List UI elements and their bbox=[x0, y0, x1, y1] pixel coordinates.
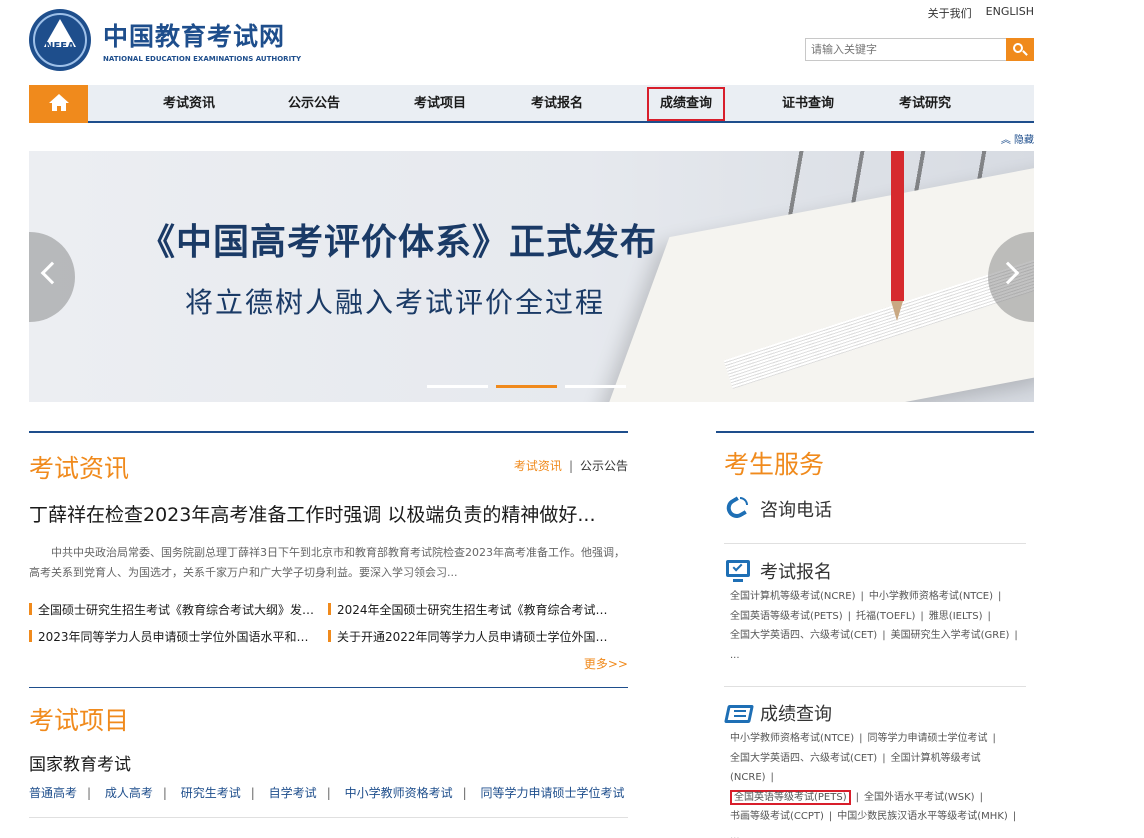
nav-item-research[interactable]: 考试研究 bbox=[885, 85, 965, 123]
scores-link[interactable]: 同等学力申请硕士学位考试 bbox=[867, 733, 987, 744]
service-scores: 成绩查询 中小学教师资格考试(NTCE) | 同等学力申请硕士学位考试 | 全国大学英… bbox=[724, 697, 1026, 838]
list-item[interactable]: 2024年全国硕士研究生招生考试《教育综合考试大纲... bbox=[328, 601, 618, 618]
chevron-up-icon: ︽ bbox=[1000, 135, 1011, 146]
chevron-right-icon bbox=[996, 261, 1020, 285]
services-section-title: 考生服务 bbox=[724, 450, 825, 479]
about-us-link[interactable]: 关于我们 bbox=[928, 5, 972, 21]
service-registration: 考试报名 全国计算机等级考试(NCRE) | 中小学教师资格考试(NTCE) | 全国… bbox=[724, 555, 1026, 665]
site-logo[interactable]: NEEA 中国教育考试网 NATIONAL EDUCATION EXAMINAT… bbox=[29, 9, 301, 71]
registration-link[interactable]: 托福(TOEFL) bbox=[856, 611, 915, 622]
nav-item-news[interactable]: 考试资讯 bbox=[149, 85, 229, 123]
projects-subtitle: 国家教育考试 bbox=[29, 755, 131, 775]
tab-news[interactable]: 考试资讯 bbox=[514, 459, 562, 473]
service-scores-title[interactable]: 成绩查询 bbox=[760, 700, 832, 726]
home-button[interactable] bbox=[29, 85, 88, 123]
exam-link[interactable]: 成人高考 bbox=[105, 786, 153, 800]
banner-title: 《中国高考评价体系》正式发布 bbox=[139, 222, 658, 263]
registration-links: 全国计算机等级考试(NCRE) | 中小学教师资格考试(NTCE) | 全国英语等级考… bbox=[730, 591, 1018, 661]
search-box bbox=[805, 38, 1034, 61]
projects-section-title: 考试项目 bbox=[29, 706, 130, 735]
scores-link[interactable]: 全国大学英语四、六级考试(CET) bbox=[730, 753, 877, 764]
nav-item-registration[interactable]: 考试报名 bbox=[517, 85, 597, 123]
news-section-title: 考试资讯 bbox=[29, 454, 130, 483]
registration-link[interactable]: 美国研究生入学考试(GRE) bbox=[891, 630, 1010, 641]
registration-link[interactable]: 全国大学英语四、六级考试(CET) bbox=[730, 630, 877, 641]
nav-item-notices[interactable]: 公示公告 bbox=[274, 85, 354, 123]
registration-link[interactable]: 全国英语等级考试(PETS) bbox=[730, 611, 843, 622]
scores-link[interactable]: 中小学教师资格考试(NTCE) bbox=[730, 733, 854, 744]
news-summary: 中共中央政治局常委、国务院副总理丁薛祥3日下午到北京市和教育部教育考试院检查20… bbox=[29, 546, 625, 579]
banner-prev-button[interactable] bbox=[29, 232, 75, 322]
list-item[interactable]: 2023年同等学力人员申请硕士学位外国语水平和学科... bbox=[29, 628, 319, 645]
exam-link[interactable]: 普通高考 bbox=[29, 786, 77, 800]
news-tabs: 考试资讯 | 公示公告 bbox=[513, 459, 628, 473]
exam-link[interactable]: 研究生考试 bbox=[181, 786, 241, 800]
registration-link[interactable]: 全国计算机等级考试(NCRE) bbox=[730, 591, 856, 602]
exam-link[interactable]: 同等学力申请硕士学位考试 bbox=[480, 786, 624, 800]
search-button[interactable] bbox=[1006, 38, 1034, 61]
scores-link[interactable]: 全国外语水平考试(WSK) bbox=[864, 792, 975, 803]
banner-dot-1[interactable] bbox=[427, 385, 488, 388]
search-input[interactable] bbox=[806, 39, 1006, 60]
banner-pencil-image bbox=[891, 151, 904, 301]
scores-links: 中小学教师资格考试(NTCE) | 同等学力申请硕士学位考试 | 全国大学英语四、六级… bbox=[730, 733, 1017, 838]
scores-link[interactable]: 中国少数民族汉语水平等级考试(MHK) bbox=[837, 811, 1008, 822]
monitor-icon bbox=[724, 557, 752, 585]
exam-links: 普通高考 | 成人高考 | 研究生考试 | 自学考试 | 中小学教师资格考试 | 同等学力… bbox=[29, 786, 625, 800]
book-icon bbox=[724, 699, 754, 727]
chevron-left-icon bbox=[40, 261, 64, 285]
news-section: 考试资讯 考试资讯 | 公示公告 丁薛祥在检查2023年高考准备工作时强调 以极端负… bbox=[29, 431, 628, 818]
service-registration-title[interactable]: 考试报名 bbox=[760, 558, 832, 584]
services-section: 考生服务 咨询电话 考试报名 全国计算机等级考试(NCRE) | 中小学教师资格考试… bbox=[716, 431, 1034, 838]
tab-notices[interactable]: 公示公告 bbox=[580, 459, 628, 473]
hero-banner[interactable]: 《中国高考评价体系》正式发布 将立德树人融入考试评价全过程 bbox=[29, 151, 1034, 402]
list-item[interactable]: 全国硕士研究生招生考试《教育综合考试大纲》发布... bbox=[29, 601, 319, 618]
english-link[interactable]: ENGLISH bbox=[986, 5, 1034, 21]
nav-item-certificates[interactable]: 证书查询 bbox=[768, 85, 848, 123]
exam-link[interactable]: 自学考试 bbox=[269, 786, 317, 800]
more-news-link[interactable]: 更多>> bbox=[584, 655, 628, 672]
site-name-en: NATIONAL EDUCATION EXAMINATIONS AUTHORIT… bbox=[103, 55, 302, 63]
banner-pagination bbox=[427, 385, 626, 388]
registration-link[interactable]: 中小学教师资格考试(NTCE) bbox=[869, 591, 993, 602]
list-item[interactable]: 关于开通2022年同等学力人员申请硕士学位外国语水... bbox=[328, 628, 618, 645]
main-nav: 考试资讯 公示公告 考试项目 考试报名 成绩查询 证书查询 考试研究 bbox=[29, 85, 1034, 123]
hide-banner-link[interactable]: ︽ 隐藏 bbox=[1001, 131, 1034, 146]
scores-link[interactable]: 书画等级考试(CCPT) bbox=[730, 811, 824, 822]
phone-icon bbox=[723, 495, 752, 523]
top-links: 关于我们 ENGLISH bbox=[928, 5, 1034, 21]
nav-item-projects[interactable]: 考试项目 bbox=[400, 85, 480, 123]
news-headline[interactable]: 丁薛祥在检查2023年高考准备工作时强调 以极端负责的精神做好... bbox=[29, 500, 596, 527]
site-name: 中国教育考试网 bbox=[103, 22, 286, 51]
banner-subtitle: 将立德树人融入考试评价全过程 bbox=[185, 286, 606, 319]
registration-link[interactable]: 雅思(IELTS) bbox=[929, 611, 983, 622]
service-phone-title: 咨询电话 bbox=[760, 500, 832, 521]
banner-dot-3[interactable] bbox=[565, 385, 626, 388]
neea-logo-icon: NEEA bbox=[29, 9, 91, 71]
exam-link[interactable]: 中小学教师资格考试 bbox=[345, 786, 453, 800]
nav-item-scores[interactable]: 成绩查询 bbox=[647, 87, 725, 121]
banner-dot-2[interactable] bbox=[496, 385, 557, 388]
scores-link-pets[interactable]: 全国英语等级考试(PETS) bbox=[730, 789, 851, 805]
service-phone[interactable]: 咨询电话 bbox=[723, 493, 1026, 525]
